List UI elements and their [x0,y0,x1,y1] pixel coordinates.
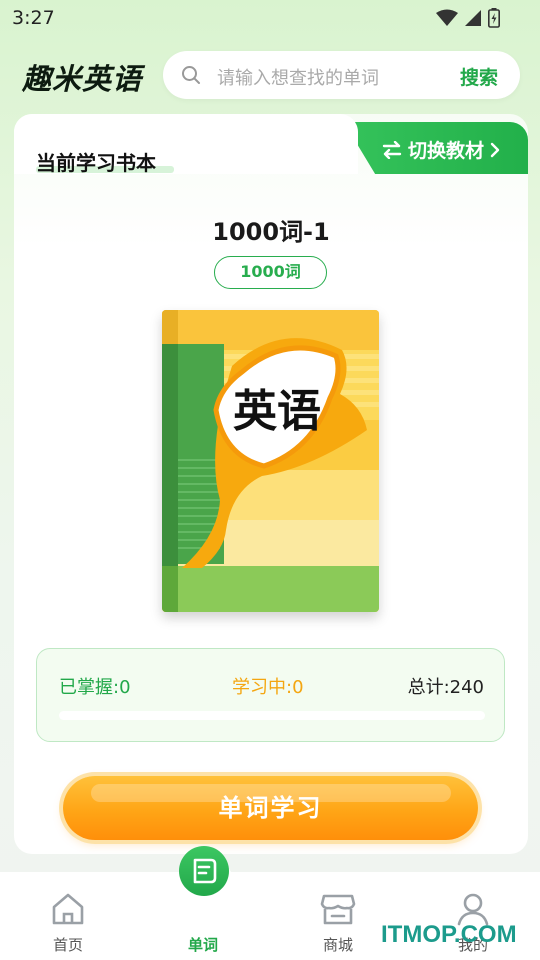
battery-icon [488,8,500,28]
nav-label-words: 单词 [187,936,218,954]
search-icon [182,66,200,84]
mastered-count: 已掌握:0 [59,677,131,698]
nav-item-store[interactable]: 商城 [288,872,388,960]
store-icon [320,894,356,925]
nav-item-home[interactable]: 首页 [18,872,118,960]
word-book-icon [193,858,217,884]
swap-arrows-icon [382,140,402,159]
nav-label-store: 商城 [322,936,353,954]
card-title: 当前学习书本 [36,151,156,175]
chevron-right-icon [490,142,500,157]
watermark: ITMOP.COM [381,921,517,948]
book-cover[interactable]: 英语 [162,310,379,612]
book-cover-art: 英语 [162,310,379,612]
status-icons [436,8,500,28]
switch-textbook-label: 切换教材 [407,140,484,162]
search-input[interactable]: 请输入想查找的单词 [217,64,379,90]
start-study-button[interactable]: 单词学习 [63,776,478,840]
learning-stats: 已掌握:0 学习中:0 总计:240 [36,648,505,742]
search-bar[interactable]: 请输入想查找的单词 搜索 [163,51,520,99]
app-brand-title: 趣米英语 [22,62,143,96]
book-cover-title: 英语 [233,386,321,437]
status-bar: 3:27 [0,0,540,36]
current-book-card: 切换教材 当前学习书本 1000词-1 1000词 英语 已掌握:0 学习中:0… [14,114,528,854]
word-count-badge: 1000词 [214,256,327,289]
nav-label-home: 首页 [52,936,83,954]
progress-bar [59,711,485,720]
wifi-icon [436,9,458,26]
home-icon [52,893,84,925]
switch-textbook-label-group[interactable]: 切换教材 [382,136,500,163]
book-name: 1000词-1 [212,218,330,246]
learning-count: 学习中:0 [232,677,304,698]
search-button[interactable]: 搜索 [460,63,498,90]
status-time: 3:27 [12,7,55,29]
cell-signal-icon [465,10,481,26]
nav-item-words-icon-button[interactable] [179,846,229,896]
total-count: 总计:240 [407,677,484,698]
